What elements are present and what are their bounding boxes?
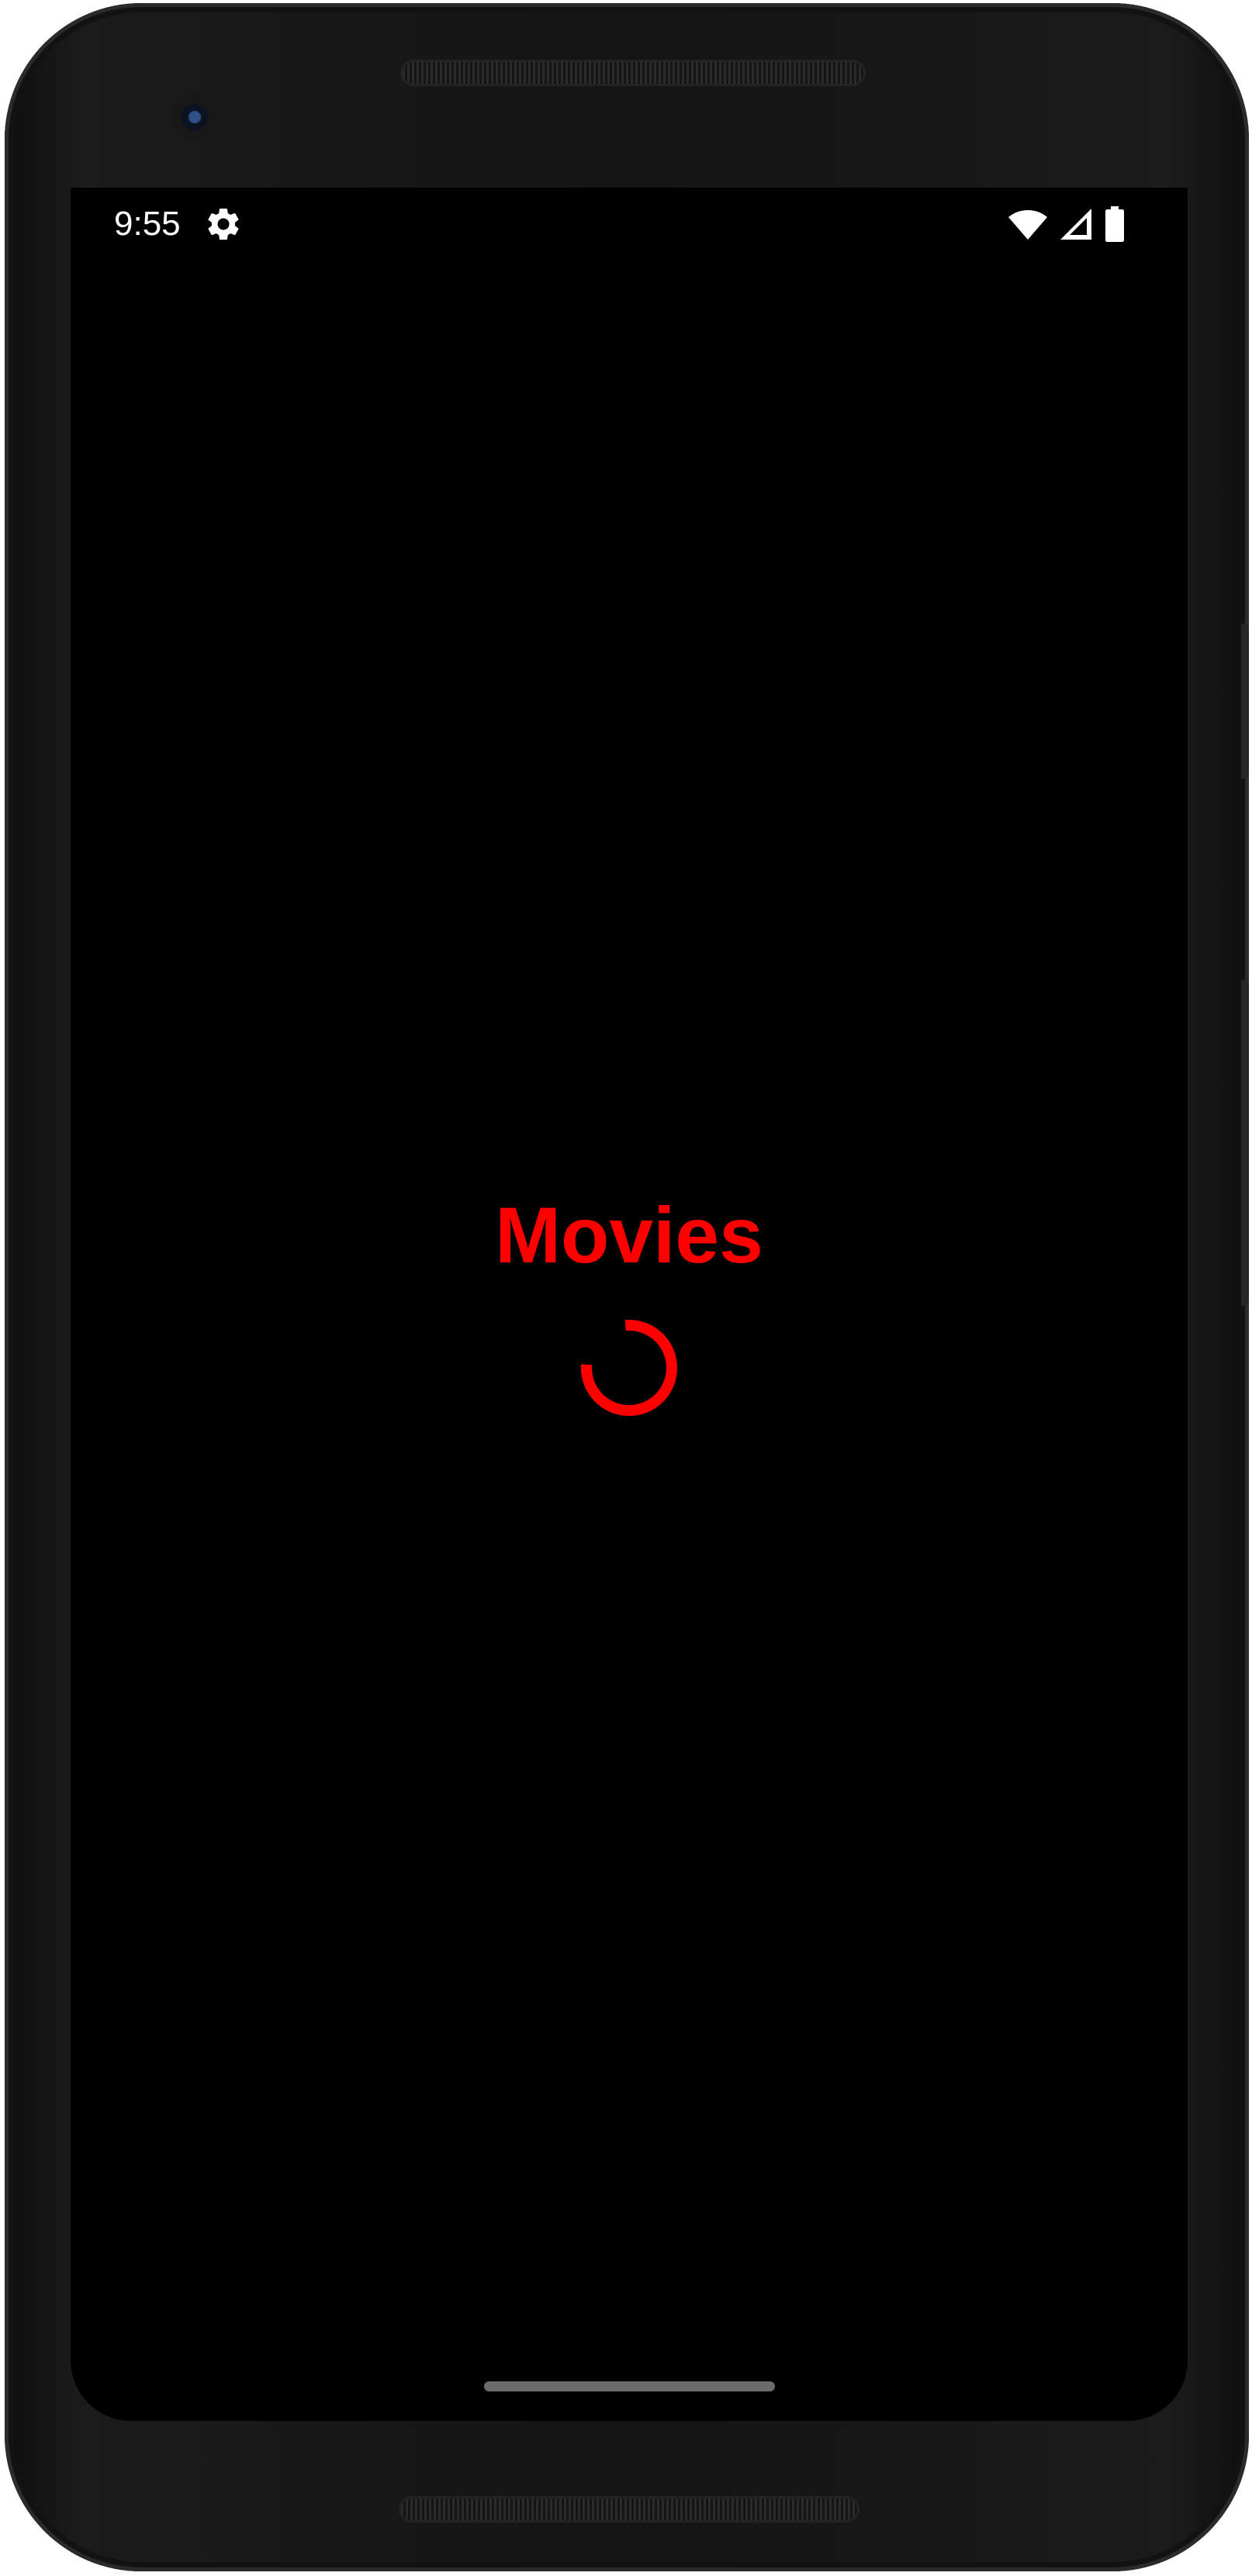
front-camera bbox=[171, 93, 219, 141]
volume-button bbox=[1241, 980, 1249, 1306]
status-bar: 9:55 bbox=[71, 188, 1188, 262]
cell-signal-icon bbox=[1059, 207, 1093, 245]
splash-content: Movies bbox=[71, 1196, 1188, 1418]
earpiece-speaker bbox=[403, 62, 863, 84]
settings-gear-icon bbox=[204, 205, 243, 243]
app-screen: 9:55 Movies bbox=[71, 188, 1188, 2421]
wifi-icon bbox=[1008, 207, 1048, 245]
status-time: 9:55 bbox=[114, 205, 181, 243]
status-icons bbox=[1008, 206, 1126, 246]
power-button bbox=[1241, 623, 1249, 779]
app-title: Movies bbox=[495, 1191, 763, 1279]
loading-spinner-icon bbox=[581, 1320, 677, 1416]
bottom-speaker bbox=[401, 2498, 857, 2520]
battery-icon bbox=[1104, 206, 1126, 246]
home-gesture-pill[interactable] bbox=[484, 2381, 775, 2391]
phone-frame: 9:55 Movies bbox=[5, 3, 1249, 2571]
